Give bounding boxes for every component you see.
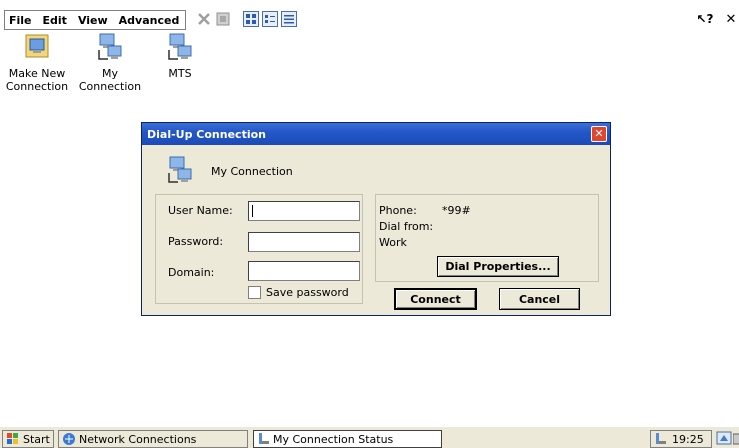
make-new-connection-icon: [25, 34, 49, 58]
close-icon: ✕: [725, 11, 737, 27]
menu-advanced[interactable]: Advanced: [119, 14, 180, 27]
menu-edit[interactable]: Edit: [43, 14, 67, 27]
dialog-titlebar[interactable]: Dial-Up Connection ✕: [142, 123, 610, 145]
dial-properties-label: Dial Properties...: [445, 260, 551, 273]
large-icons-view-icon: [246, 14, 256, 24]
properties-button[interactable]: [214, 10, 232, 28]
domain-label: Domain:: [168, 266, 215, 279]
dial-from-value: Work: [379, 236, 407, 249]
menu-view[interactable]: View: [78, 14, 108, 27]
dialog-title: Dial-Up Connection: [147, 127, 266, 141]
window-close-button[interactable]: ✕: [724, 10, 738, 28]
details-view-button[interactable]: [281, 11, 297, 27]
save-password-checkbox[interactable]: [248, 286, 261, 299]
keyboard-icon: [733, 433, 739, 445]
phone-label: Phone:: [379, 204, 417, 217]
taskbar-item-network-connections[interactable]: Network Connections: [58, 430, 248, 448]
start-button[interactable]: Start: [2, 430, 54, 448]
menu: File Edit View Advanced: [4, 10, 187, 30]
windows-logo-icon: [7, 433, 18, 444]
dial-up-connection-dialog: Dial-Up Connection ✕ My Connection User …: [141, 122, 611, 316]
taskbar: Start Network Connections My Connection …: [0, 426, 739, 448]
start-label: Start: [23, 432, 50, 446]
system-tray: 19:25: [650, 430, 712, 448]
desktop-icon-label-line1: MTS: [168, 67, 192, 80]
password-label: Password:: [168, 235, 224, 248]
desktop-icon-label-line1: My: [101, 67, 118, 80]
menu-bar: File Edit View Advanced ↖? ✕: [0, 0, 739, 30]
desktop-button[interactable]: [716, 430, 732, 447]
connection-status-tray-icon[interactable]: [654, 432, 668, 446]
domain-input[interactable]: [248, 261, 360, 281]
small-icons-view-icon: [265, 15, 275, 23]
delete-icon: [198, 13, 210, 25]
large-icons-view-button[interactable]: [243, 11, 259, 27]
show-desktop-icon: [716, 431, 732, 445]
keyboard-button[interactable]: [733, 430, 739, 447]
delete-button[interactable]: [195, 10, 213, 28]
dial-info-group: Phone: *99# Dial from: Work Dial Propert…: [375, 194, 599, 282]
cancel-label: Cancel: [518, 292, 561, 306]
phone-value: *99#: [442, 204, 471, 217]
small-icons-view-button[interactable]: [262, 11, 278, 27]
network-connection-icon: [98, 33, 122, 60]
credentials-group: User Name: Password: Domain: Save passwo…: [155, 194, 363, 304]
password-input[interactable]: [248, 232, 360, 252]
desktop-icon-label-line2: Connection: [78, 80, 142, 93]
taskbar-item-label: My Connection Status: [273, 432, 394, 446]
desktop-icon-label-line2: Connection: [5, 80, 69, 93]
clock[interactable]: 19:25: [672, 433, 704, 446]
dialog-close-button[interactable]: ✕: [591, 126, 607, 142]
details-view-icon: [284, 15, 294, 24]
desktop-icon-make-new-connection[interactable]: Make New Connection: [2, 32, 72, 93]
connection-header: My Connection: [164, 155, 293, 187]
desktop-icon-label-line1: Make New: [8, 67, 66, 80]
menu-file[interactable]: File: [9, 14, 32, 27]
text-caret: [252, 205, 253, 217]
properties-icon: [216, 12, 230, 26]
desktop-icon-mts[interactable]: MTS: [145, 32, 215, 80]
dial-from-label: Dial from:: [379, 220, 434, 233]
desktop-icon-my-connection[interactable]: My Connection: [75, 32, 145, 93]
taskbar-item-label: Network Connections: [79, 432, 197, 446]
connect-button[interactable]: Connect: [394, 288, 477, 310]
dial-properties-button[interactable]: Dial Properties...: [437, 256, 559, 277]
taskbar-item-my-connection-status[interactable]: My Connection Status: [253, 430, 442, 448]
save-password-label[interactable]: Save password: [266, 286, 349, 299]
help-question-mark: ?: [706, 12, 714, 26]
network-connections-icon: [63, 433, 75, 445]
user-name-label: User Name:: [168, 204, 233, 217]
help-arrow-icon: ↖: [696, 12, 707, 26]
close-icon: ✕: [594, 127, 604, 140]
connection-name: My Connection: [211, 164, 293, 178]
cancel-button[interactable]: Cancel: [499, 288, 580, 310]
network-connection-icon: [168, 156, 192, 183]
connection-status-icon: [259, 433, 269, 444]
user-name-input[interactable]: [248, 201, 360, 221]
connect-label: Connect: [410, 292, 461, 306]
help-button[interactable]: ↖?: [696, 10, 714, 28]
network-connection-icon: [168, 33, 192, 60]
